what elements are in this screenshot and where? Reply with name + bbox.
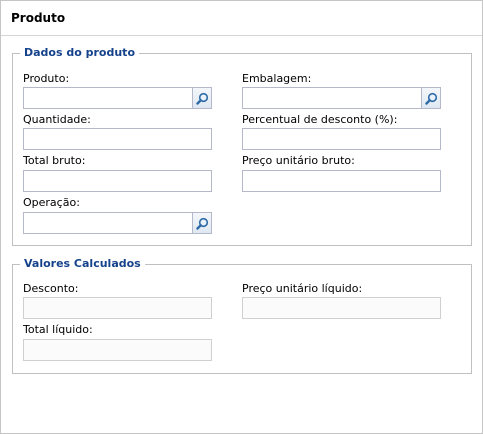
- percentual-desconto-input[interactable]: [242, 128, 441, 150]
- magnifier-icon: [195, 92, 208, 105]
- produto-label: Produto:: [23, 72, 70, 85]
- valores-calculados-fieldset: Valores Calculados Desconto: Preço unitá…: [12, 257, 472, 374]
- operacao-label: Operação:: [23, 196, 80, 209]
- operacao-input[interactable]: [23, 212, 193, 234]
- magnifier-icon: [424, 92, 437, 105]
- quantidade-input[interactable]: [23, 128, 212, 150]
- total-bruto-input[interactable]: [23, 170, 212, 192]
- embalagem-input[interactable]: [242, 87, 422, 109]
- embalagem-lookup-button[interactable]: [422, 87, 441, 109]
- produto-input[interactable]: [23, 87, 193, 109]
- magnifier-icon: [195, 217, 208, 230]
- preco-unitario-bruto-label: Preço unitário bruto:: [242, 154, 355, 167]
- preco-unitario-liquido-label: Preço unitário líquido:: [242, 282, 363, 295]
- dados-produto-legend: Dados do produto: [20, 46, 139, 59]
- quantidade-label: Quantidade:: [23, 113, 91, 126]
- valores-calculados-legend: Valores Calculados: [20, 257, 145, 270]
- total-liquido-field: [23, 339, 212, 361]
- operacao-lookup-button[interactable]: [193, 212, 212, 234]
- produto-panel: Produto Dados do produto Produto: Embala…: [0, 0, 483, 434]
- percentual-desconto-label: Percentual de desconto (%):: [242, 113, 398, 126]
- embalagem-label: Embalagem:: [242, 72, 312, 85]
- panel-header: Produto: [1, 1, 482, 36]
- desconto-field: [23, 297, 212, 319]
- produto-lookup-button[interactable]: [193, 87, 212, 109]
- total-bruto-label: Total bruto:: [23, 154, 86, 167]
- desconto-label: Desconto:: [23, 282, 79, 295]
- dados-produto-fieldset: Dados do produto Produto: Embalagem: Qua…: [12, 46, 472, 246]
- preco-unitario-bruto-input[interactable]: [242, 170, 441, 192]
- total-liquido-label: Total líquido:: [23, 323, 93, 336]
- preco-unitario-liquido-field: [242, 297, 441, 319]
- panel-title: Produto: [11, 11, 66, 25]
